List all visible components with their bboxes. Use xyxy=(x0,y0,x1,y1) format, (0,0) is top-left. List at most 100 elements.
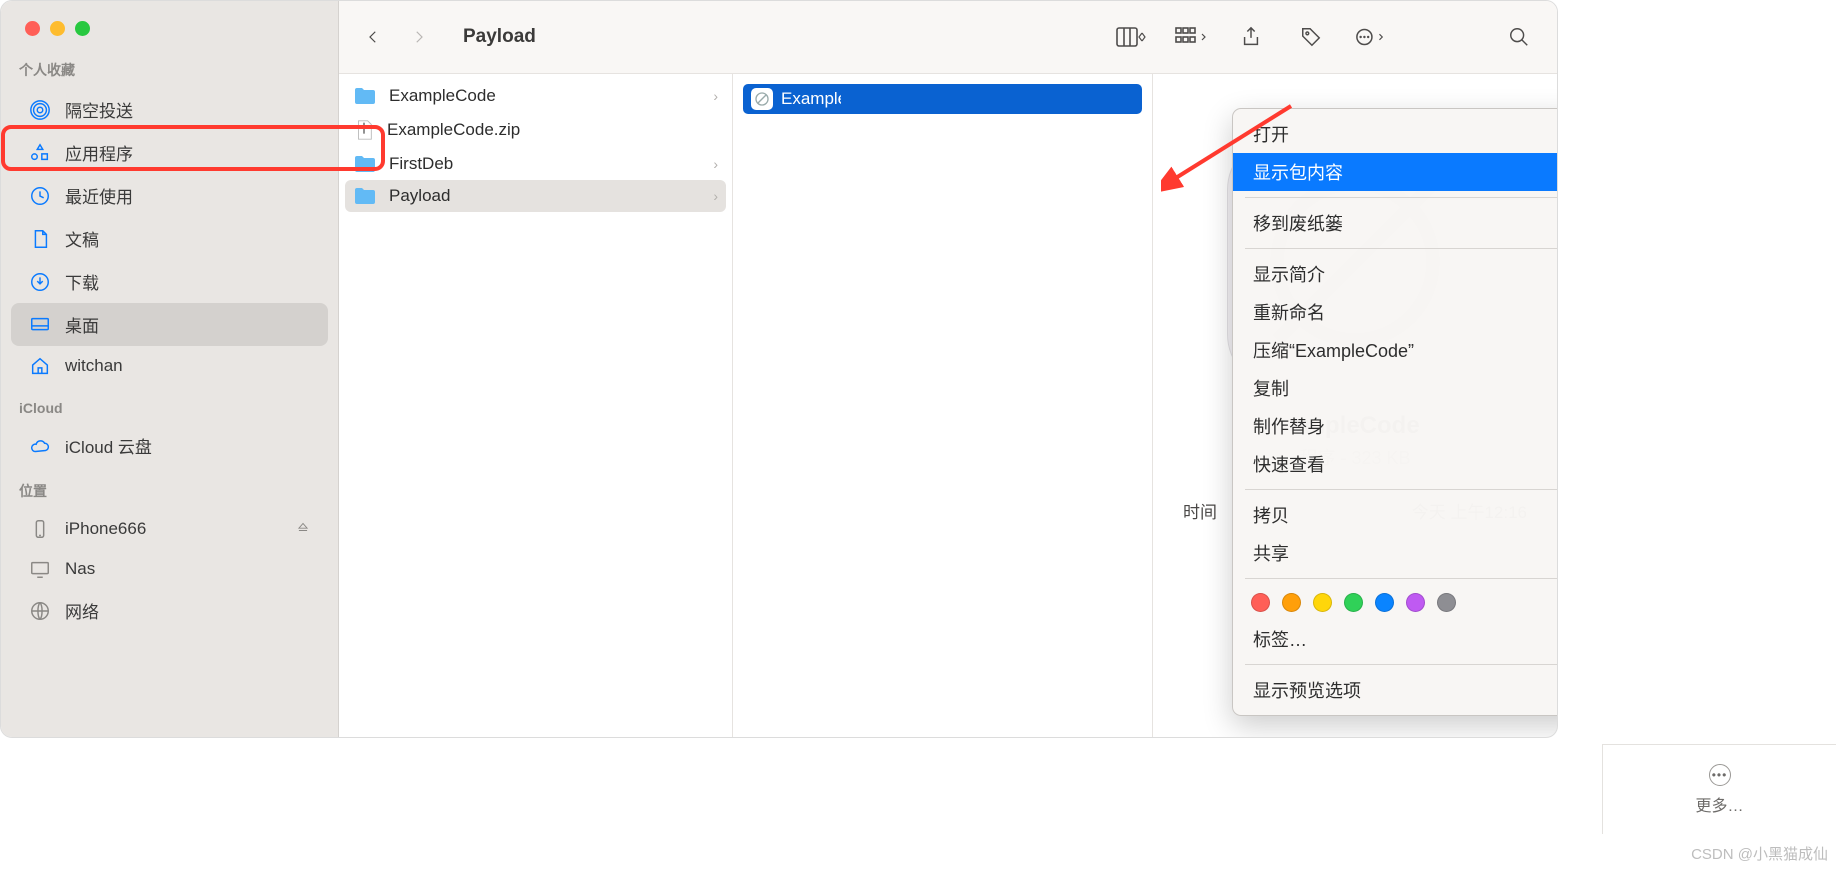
sidebar-item-label: 文稿 xyxy=(65,226,99,251)
more-label: 更多… xyxy=(1695,792,1743,816)
tag-yellow[interactable] xyxy=(1313,593,1332,612)
chevron-right-icon: › xyxy=(713,88,718,104)
main-area: Payload ExampleCode › xyxy=(339,1,1557,737)
sidebar-item-label: 隔空投送 xyxy=(65,97,133,122)
eject-icon[interactable] xyxy=(296,519,310,539)
airdrop-icon xyxy=(29,99,51,121)
forward-button[interactable] xyxy=(407,25,431,49)
display-icon xyxy=(29,558,51,580)
sidebar-item-label: Nas xyxy=(65,559,95,579)
tag-gray[interactable] xyxy=(1437,593,1456,612)
sidebar-item-icloud-drive[interactable]: iCloud 云盘 xyxy=(11,424,328,467)
ctx-separator xyxy=(1245,248,1558,249)
globe-icon xyxy=(29,600,51,622)
item-label: Payload xyxy=(389,186,450,206)
sidebar-item-documents[interactable]: 文稿 xyxy=(11,217,328,260)
home-icon xyxy=(29,355,51,377)
sidebar-item-label: 应用程序 xyxy=(65,140,133,165)
sidebar-item-network[interactable]: 网络 xyxy=(11,589,328,632)
sidebar-item-downloads[interactable]: 下载 xyxy=(11,260,328,303)
column-1: ExampleCode › ExampleCode.zip FirstDeb ›… xyxy=(339,74,733,737)
group-button[interactable] xyxy=(1175,25,1207,49)
sidebar-item-label: witchan xyxy=(65,356,123,376)
sidebar-item-home[interactable]: witchan xyxy=(11,346,328,386)
search-button[interactable] xyxy=(1503,25,1535,49)
list-item[interactable]: FirstDeb › xyxy=(339,148,732,180)
ctx-get-info[interactable]: 显示简介 xyxy=(1233,255,1558,293)
column-2: ExampleCode 打开 显示包内容 移到废纸篓 显示简介 重新命名 压缩“… xyxy=(733,74,1153,737)
ctx-show-preview-options[interactable]: 显示预览选项 xyxy=(1233,671,1558,709)
ctx-share[interactable]: 共享› xyxy=(1233,534,1558,572)
back-button[interactable] xyxy=(361,25,385,49)
apps-icon xyxy=(29,142,51,164)
ctx-tag-colors xyxy=(1233,585,1558,620)
sidebar-item-label: 桌面 xyxy=(65,312,99,337)
tag-orange[interactable] xyxy=(1282,593,1301,612)
preview-row-label: 时间 xyxy=(1183,498,1217,523)
folder-icon xyxy=(353,86,377,106)
item-label: ExampleCode.zip xyxy=(387,120,520,140)
ctx-separator xyxy=(1245,578,1558,579)
ctx-quick-look[interactable]: 快速查看 xyxy=(1233,445,1558,483)
app-icon xyxy=(751,88,773,110)
app-item-selected[interactable]: ExampleCode xyxy=(743,84,1142,114)
ctx-compress[interactable]: 压缩“ExampleCode” xyxy=(1233,331,1558,369)
ctx-rename[interactable]: 重新命名 xyxy=(1233,293,1558,331)
item-label: ExampleCode xyxy=(781,89,841,109)
sidebar-item-iphone[interactable]: iPhone666 xyxy=(11,509,328,549)
desktop-icon xyxy=(29,314,51,336)
window-title: Payload xyxy=(463,26,536,48)
clock-icon xyxy=(29,185,51,207)
sidebar-item-nas[interactable]: Nas xyxy=(11,549,328,589)
ctx-separator xyxy=(1245,197,1558,198)
watermark-text: CSDN @小黑猫成仙 xyxy=(1691,843,1828,864)
ctx-move-to-trash[interactable]: 移到废纸篓 xyxy=(1233,204,1558,242)
phone-icon xyxy=(29,518,51,540)
folder-icon xyxy=(353,154,377,174)
ctx-make-alias[interactable]: 制作替身 xyxy=(1233,407,1558,445)
item-label: FirstDeb xyxy=(389,154,453,174)
more-overlay[interactable]: ••• 更多… xyxy=(1602,744,1836,834)
sidebar-item-recents[interactable]: 最近使用 xyxy=(11,174,328,217)
ctx-tags-more[interactable]: 标签… xyxy=(1233,620,1558,658)
ctx-show-package-contents[interactable]: 显示包内容 xyxy=(1233,153,1558,191)
ctx-copy[interactable]: 拷贝 xyxy=(1233,496,1558,534)
tag-green[interactable] xyxy=(1344,593,1363,612)
tags-button[interactable] xyxy=(1295,25,1327,49)
zoom-window[interactable] xyxy=(75,21,90,36)
chevron-right-icon: › xyxy=(713,156,718,172)
tag-blue[interactable] xyxy=(1375,593,1394,612)
sidebar: 个人收藏 隔空投送 应用程序 最近使用 文稿 下载 桌面 witchan xyxy=(1,1,339,737)
finder-window: 个人收藏 隔空投送 应用程序 最近使用 文稿 下载 桌面 witchan xyxy=(0,0,1558,738)
sidebar-item-label: 下载 xyxy=(65,269,99,294)
ctx-open[interactable]: 打开 xyxy=(1233,115,1558,153)
tag-red[interactable] xyxy=(1251,593,1270,612)
close-window[interactable] xyxy=(25,21,40,36)
document-icon xyxy=(29,228,51,250)
sidebar-item-desktop[interactable]: 桌面 xyxy=(11,303,328,346)
zip-icon xyxy=(353,118,375,142)
view-columns-button[interactable] xyxy=(1115,25,1147,49)
context-menu: 打开 显示包内容 移到废纸篓 显示简介 重新命名 压缩“ExampleCode”… xyxy=(1232,108,1558,716)
sb-section-favorites: 个人收藏 xyxy=(1,60,338,80)
sidebar-item-label: 网络 xyxy=(65,598,99,623)
share-button[interactable] xyxy=(1235,25,1267,49)
list-item-selected[interactable]: Payload › xyxy=(345,180,726,212)
list-item[interactable]: ExampleCode.zip xyxy=(339,112,732,148)
tag-purple[interactable] xyxy=(1406,593,1425,612)
sidebar-item-label: iCloud 云盘 xyxy=(65,433,152,458)
sidebar-item-label: iPhone666 xyxy=(65,519,146,539)
ctx-duplicate[interactable]: 复制 xyxy=(1233,369,1558,407)
toolbar-right xyxy=(1115,25,1535,49)
minimize-window[interactable] xyxy=(50,21,65,36)
sidebar-item-applications[interactable]: 应用程序 xyxy=(11,131,328,174)
content-columns: ExampleCode › ExampleCode.zip FirstDeb ›… xyxy=(339,74,1557,737)
sidebar-item-label: 最近使用 xyxy=(65,183,133,208)
sidebar-item-airdrop[interactable]: 隔空投送 xyxy=(11,88,328,131)
more-icon: ••• xyxy=(1709,764,1731,786)
chevron-right-icon: › xyxy=(713,188,718,204)
sb-section-locations: 位置 xyxy=(1,481,338,501)
list-item[interactable]: ExampleCode › xyxy=(339,80,732,112)
action-button[interactable] xyxy=(1355,25,1387,49)
download-icon xyxy=(29,271,51,293)
